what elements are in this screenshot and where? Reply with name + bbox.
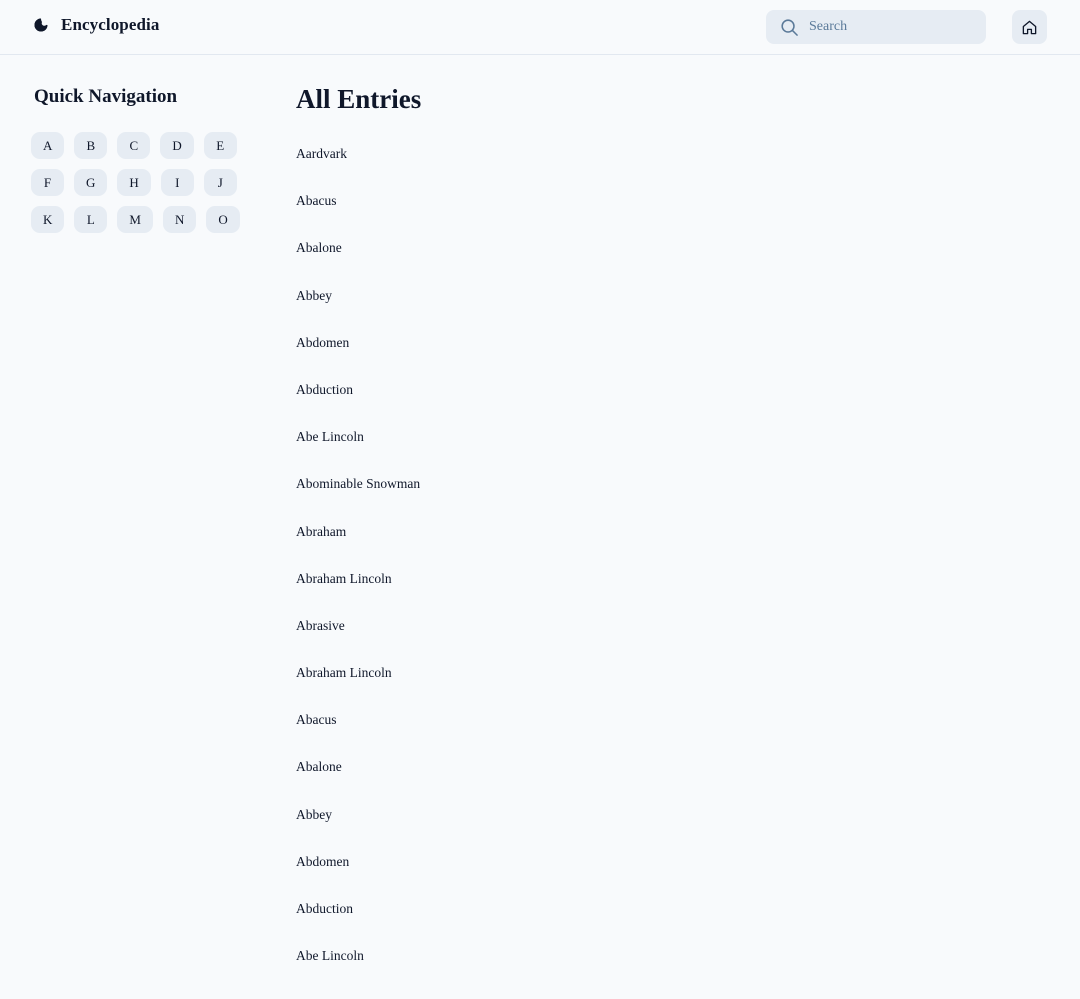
letter-button-i[interactable]: I	[160, 169, 194, 196]
home-icon	[1022, 20, 1037, 34]
letter-navigation: ABCDE FGHIJ KLMNO	[31, 132, 261, 243]
entry-link[interactable]: Abraham	[296, 524, 346, 540]
letter-button-e[interactable]: E	[203, 132, 237, 159]
top-header: Encyclopedia	[0, 0, 1080, 55]
brand-title: Encyclopedia	[61, 15, 160, 34]
list-item: Abbey	[296, 282, 420, 329]
letter-button-h[interactable]: H	[117, 169, 151, 196]
entry-link[interactable]: Abraham Lincoln	[296, 665, 392, 681]
crescent-logo-icon	[34, 18, 48, 32]
list-item: Abdomen	[296, 329, 420, 376]
entry-link[interactable]: Abacus	[296, 712, 337, 728]
letter-button-m[interactable]: M	[117, 206, 153, 233]
entry-link[interactable]: Abacus	[296, 193, 337, 209]
list-item: Abraham	[296, 518, 420, 565]
entry-link[interactable]: Aardvark	[296, 146, 347, 162]
entry-link[interactable]: Abalone	[296, 240, 342, 256]
letter-button-c[interactable]: C	[117, 132, 151, 159]
search-icon	[781, 19, 798, 36]
letter-button-b[interactable]: B	[74, 132, 108, 159]
letter-row: ABCDE	[31, 132, 261, 159]
entry-link[interactable]: Abalone	[296, 759, 342, 775]
letter-button-n[interactable]: N	[162, 206, 197, 233]
list-item: Abominable Snowman	[296, 470, 420, 517]
list-item: Aardvark	[296, 140, 420, 187]
list-item: Abalone	[296, 753, 420, 800]
entry-link[interactable]: Abominable Snowman	[296, 476, 420, 492]
letter-row: FGHIJ	[31, 169, 261, 196]
list-item: Abrasive	[296, 612, 420, 659]
search-input[interactable]	[809, 10, 979, 44]
entry-link[interactable]: Abdomen	[296, 335, 349, 351]
list-item: Abe Lincoln	[296, 942, 420, 989]
entry-link[interactable]: Abe Lincoln	[296, 429, 364, 445]
list-item: Abduction	[296, 376, 420, 423]
entry-link[interactable]: Abdomen	[296, 854, 349, 870]
entry-link[interactable]: Abduction	[296, 901, 353, 917]
letter-button-a[interactable]: A	[31, 132, 65, 159]
letter-row: KLMNO	[31, 206, 261, 233]
brand-link[interactable]: Encyclopedia	[33, 15, 160, 35]
entry-link[interactable]: Abe Lincoln	[296, 948, 364, 964]
letter-button-l[interactable]: L	[74, 206, 108, 233]
list-item: Abraham Lincoln	[296, 565, 420, 612]
letter-button-o[interactable]: O	[206, 206, 240, 233]
list-item: Abraham Lincoln	[296, 659, 420, 706]
list-item: Abacus	[296, 187, 420, 234]
list-item: Abalone	[296, 234, 420, 281]
letter-button-k[interactable]: K	[31, 206, 65, 233]
list-item: Abacus	[296, 706, 420, 753]
entry-link[interactable]: Abbey	[296, 288, 332, 304]
letter-button-g[interactable]: G	[74, 169, 108, 196]
entry-link[interactable]: Abrasive	[296, 618, 345, 634]
list-item: Abbey	[296, 801, 420, 848]
page-title: All Entries	[296, 84, 422, 114]
sidebar-title: Quick Navigation	[34, 86, 178, 107]
list-item: Abduction	[296, 895, 420, 942]
letter-button-f[interactable]: F	[31, 169, 64, 196]
list-item: Abe Lincoln	[296, 423, 420, 470]
letter-button-j[interactable]: J	[203, 169, 237, 196]
entry-link[interactable]: Abduction	[296, 382, 353, 398]
entry-list: Aardvark Abacus Abalone Abbey Abdomen Abducti…	[296, 140, 420, 989]
list-item: Abdomen	[296, 848, 420, 895]
entry-link[interactable]: Abbey	[296, 807, 332, 823]
letter-button-d[interactable]: D	[160, 132, 194, 159]
home-button[interactable]	[1012, 10, 1047, 44]
entry-link[interactable]: Abraham Lincoln	[296, 571, 392, 587]
search-box[interactable]	[766, 10, 986, 44]
